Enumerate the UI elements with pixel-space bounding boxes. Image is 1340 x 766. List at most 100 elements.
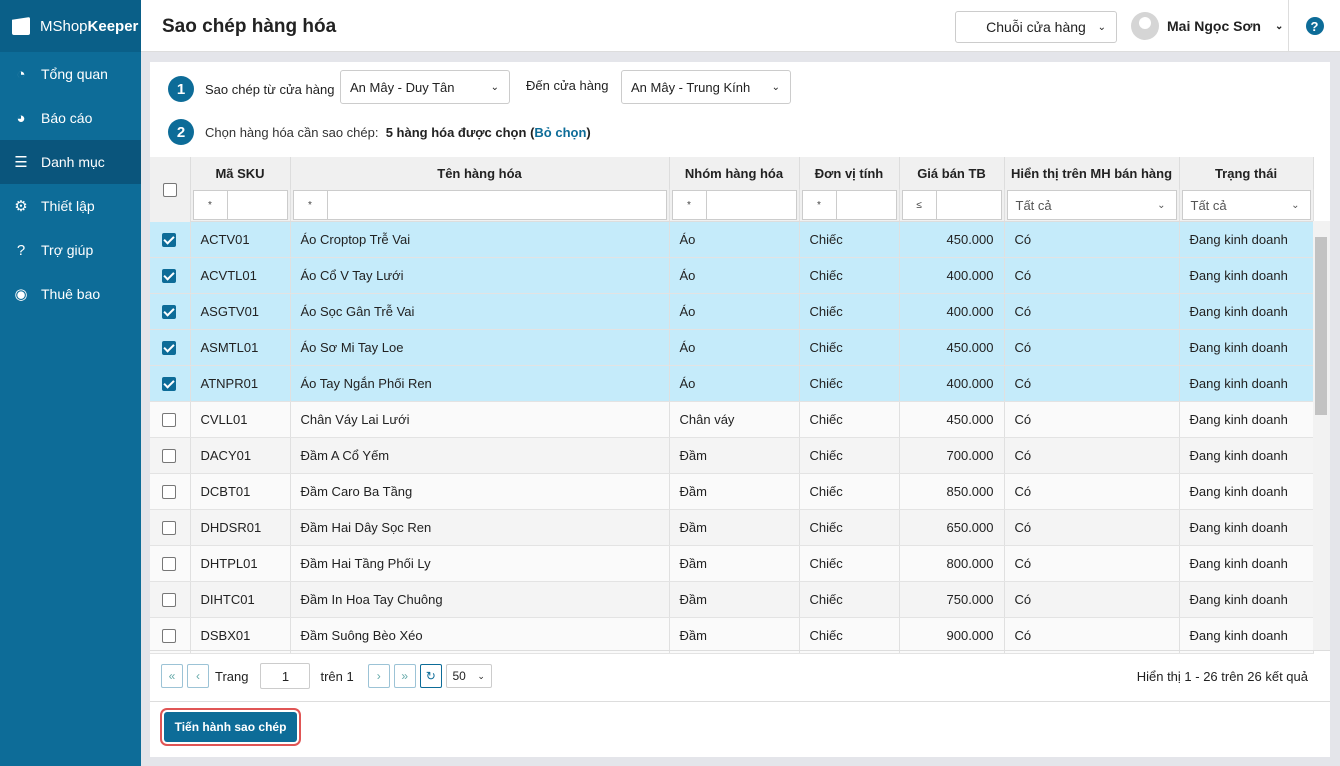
sidebar: MShop Keeper ◔ Tổng quan ◕ Báo cáo ☰ Danh mục ⚙… (0, 0, 141, 766)
unit-cell: Chiếc (799, 617, 900, 654)
sidebar-item[interactable]: ◉ Thuê bao (0, 272, 141, 316)
table-row[interactable]: DHDSR01 Đầm Hai Dây Sọc Ren Đầm Chiếc 65… (150, 509, 1314, 546)
row-checkbox[interactable] (162, 449, 176, 464)
table-row[interactable]: ACVTL01 Áo Cổ V Tay Lưới Áo Chiếc 400.00… (150, 257, 1314, 294)
page-title: Sao chép hàng hóa (162, 16, 337, 37)
sidebar-item-label: Tổng quan (41, 66, 108, 82)
user-menu[interactable]: Mai Ngọc Sơn ⌄ (1131, 12, 1283, 40)
row-checkbox[interactable] (162, 233, 176, 248)
table-row[interactable]: DACY01 Đầm A Cổ Yếm Đầm Chiếc 700.000 Có… (150, 437, 1314, 474)
prev-page-button[interactable]: ‹ (187, 664, 209, 688)
group-cell: Đầm (669, 617, 800, 654)
sidebar-item-label: Thiết lập (41, 198, 95, 214)
sidebar-item[interactable]: ◔ Tổng quan (0, 52, 141, 96)
status-filter-select[interactable]: Tất cả ⌄ (1181, 190, 1311, 220)
table-row[interactable]: ATNPR01 Áo Tay Ngắn Phối Ren Áo Chiếc 40… (150, 365, 1314, 402)
brand-prefix: MShop (40, 17, 88, 35)
page-size-select[interactable]: 50 ⌄ (445, 664, 492, 688)
filter-operator[interactable]: * (194, 191, 228, 219)
to-store-select[interactable]: An Mây - Trung Kính ⌄ (621, 70, 791, 104)
chevron-down-icon: ⌄ (490, 81, 499, 93)
display-filter-value: Tất cả (1015, 197, 1052, 213)
sidebar-item[interactable]: ◕ Báo cáo (0, 96, 141, 140)
column-header[interactable]: Tên hàng hóa (290, 157, 670, 189)
status-cell: Đang kinh doanh (1179, 581, 1314, 618)
row-checkbox[interactable] (162, 521, 176, 536)
unit-cell: Chiếc (799, 509, 900, 546)
group-filter[interactable]: * (671, 190, 797, 220)
sidebar-item-label: Trợ giúp (41, 242, 94, 258)
row-checkbox[interactable] (162, 557, 176, 572)
row-checkbox[interactable] (162, 593, 176, 608)
deselect-link[interactable]: Bỏ chọn (534, 125, 586, 140)
table-row[interactable]: ACTV01 Áo Croptop Trễ Vai Áo Chiếc 450.0… (150, 221, 1314, 258)
first-page-button[interactable]: « (161, 664, 183, 688)
table-row[interactable]: DSBX01 Đầm Suông Bèo Xéo Đầm Chiếc 900.0… (150, 617, 1314, 654)
column-header[interactable]: Hiển thị trên MH bán hàng (1004, 157, 1180, 189)
start-copy-button[interactable]: Tiến hành sao chép (164, 712, 297, 742)
row-checkbox[interactable] (162, 629, 176, 644)
sku-cell: ACTV01 (190, 221, 291, 258)
select-all-checkbox[interactable] (162, 183, 177, 198)
table-scrollbar[interactable] (1313, 221, 1330, 650)
page-input[interactable]: 1 (260, 663, 311, 689)
column-header[interactable]: Trạng thái (1179, 157, 1314, 189)
display-cell: Có (1004, 509, 1180, 546)
last-page-button[interactable]: » (393, 664, 416, 688)
refresh-icon[interactable]: ↻ (419, 664, 442, 688)
sidebar-item[interactable]: ? Trợ giúp (0, 228, 141, 272)
name-cell: Đầm Hai Dây Sọc Ren (290, 509, 670, 546)
unit-filter[interactable]: * (801, 190, 897, 220)
column-header[interactable]: Mã SKU (190, 157, 291, 189)
table-row[interactable]: ASGTV01 Áo Sọc Gân Trễ Vai Áo Chiếc 400.… (150, 293, 1314, 330)
table-row[interactable]: CVLL01 Chân Váy Lai Lưới Chân váy Chiếc … (150, 401, 1314, 438)
table-row[interactable]: DIHTC01 Đầm In Hoa Tay Chuông Đầm Chiếc … (150, 581, 1314, 618)
row-checkbox[interactable] (162, 377, 176, 392)
next-page-button[interactable]: › (367, 664, 390, 688)
status-cell: Đang kinh doanh (1179, 437, 1314, 474)
sku-filter[interactable]: * (192, 190, 288, 220)
name-filter[interactable]: * (292, 190, 667, 220)
store-chain-select[interactable]: Chuỗi cửa hàng ⌄ (955, 11, 1117, 43)
filter-operator[interactable]: * (294, 191, 328, 219)
sku-cell: ASGTV01 (190, 293, 291, 330)
pagination: « ‹ Trang 1 trên 1 › » ↻ 50 ⌄ Hiển thị 1 … (150, 650, 1330, 702)
unit-cell: Chiếc (799, 473, 900, 510)
table-row[interactable]: DCBT01 Đầm Caro Ba Tầng Đầm Chiếc 850.00… (150, 473, 1314, 510)
filter-operator[interactable]: * (803, 191, 837, 219)
filter-operator[interactable]: ≤ (903, 191, 937, 219)
to-store-value: An Mây - Trung Kính (631, 79, 751, 95)
unit-cell: Chiếc (799, 329, 900, 366)
row-checkbox[interactable] (162, 485, 176, 500)
unit-cell: Chiếc (799, 257, 900, 294)
row-checkbox[interactable] (162, 413, 176, 428)
price-cell: 900.000 (899, 617, 1005, 654)
sidebar-item[interactable]: ⚙ Thiết lập (0, 184, 141, 228)
brand-logo[interactable]: MShop Keeper (0, 0, 141, 52)
row-checkbox[interactable] (162, 269, 176, 284)
row-checkbox[interactable] (162, 305, 176, 320)
filter-operator[interactable]: * (673, 191, 707, 219)
name-cell: Áo Tay Ngắn Phối Ren (290, 365, 670, 402)
sku-cell: CVLL01 (190, 401, 291, 438)
column-header[interactable]: Nhóm hàng hóa (669, 157, 800, 189)
sku-cell: DHTPL01 (190, 545, 291, 582)
table-row[interactable]: DHTPL01 Đầm Hai Tầng Phối Ly Đầm Chiếc 8… (150, 545, 1314, 582)
display-filter-select[interactable]: Tất cả ⌄ (1006, 190, 1177, 220)
step-number: 2 (168, 119, 194, 145)
column-header[interactable]: Đơn vị tính (799, 157, 900, 189)
row-checkbox[interactable] (162, 341, 176, 356)
price-cell: 750.000 (899, 581, 1005, 618)
products-table: Mã SKU Tên hàng hóa Nhóm hàng hóa Đơn vị tí… (150, 157, 1314, 654)
scrollbar-thumb[interactable] (1315, 237, 1327, 415)
price-cell: 650.000 (899, 509, 1005, 546)
step-2: 2 Chọn hàng hóa cần sao chép: 5 hàng hóa… (168, 119, 591, 145)
table-row[interactable]: ASMTL01 Áo Sơ Mi Tay Loe Áo Chiếc 450.00… (150, 329, 1314, 366)
name-cell: Đầm Caro Ba Tầng (290, 473, 670, 510)
sidebar-item[interactable]: ☰ Danh mục (0, 140, 141, 184)
from-store-select[interactable]: An Mây - Duy Tân ⌄ (340, 70, 510, 104)
sidebar-item-label: Thuê bao (41, 286, 101, 302)
column-header[interactable]: Giá bán TB (899, 157, 1005, 189)
help-button[interactable]: ? (1288, 0, 1340, 52)
price-filter[interactable]: ≤ (901, 190, 1002, 220)
